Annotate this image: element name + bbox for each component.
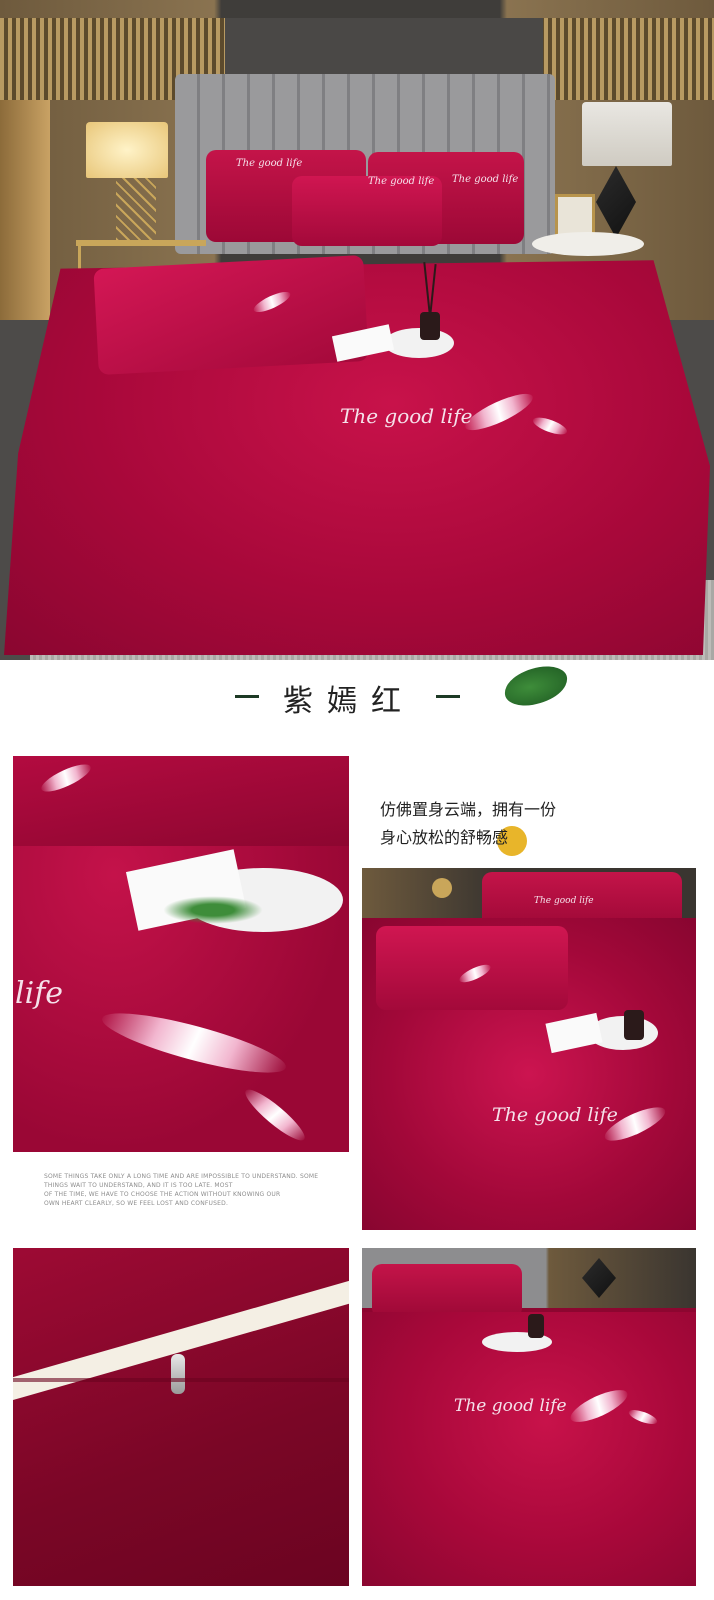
right-lamp-shade (582, 102, 672, 166)
back-pillows (372, 1264, 522, 1318)
detail-embroidery-text: The good life (492, 1104, 618, 1126)
pillow-embroidery-center: The good life (368, 176, 435, 187)
detail-photo-zipper (13, 1248, 349, 1586)
curtain (0, 100, 50, 340)
right-nightstand (532, 232, 644, 256)
pillow-embroidery: The good life (534, 896, 594, 906)
feather-embroidery-small (240, 1083, 310, 1147)
fabric-seam (13, 1378, 349, 1382)
title-dash-right (436, 695, 460, 698)
duvet-embroidery-text: The good life (340, 404, 473, 428)
diffuser-bottle (420, 312, 440, 340)
pillow-embroidery-left: The good life (236, 158, 303, 169)
diffuser-bottle (624, 1010, 644, 1040)
detail-photo-bed-front: The good life (362, 1248, 696, 1586)
hero-bedroom-photo: The good life The good life The good lif… (0, 0, 714, 660)
copy-en-line2: THINGS WAIT TO UNDERSTAND, AND IT IS TOO… (44, 1182, 233, 1189)
left-nightstand (76, 240, 206, 246)
detail-embroidery-text: life (15, 976, 64, 1011)
color-name-title: 紫嫣红 (283, 684, 415, 719)
title-dash-left (235, 695, 259, 698)
feather-embroidery-large (97, 1001, 291, 1085)
lamp (432, 878, 452, 898)
plant-sprig (163, 896, 263, 924)
leaf-icon (501, 662, 571, 710)
accent-pillow (93, 255, 369, 375)
pillow-embroidery-right: The good life (452, 174, 519, 185)
detail-photo-tray: life (13, 756, 349, 1152)
copy-en-line4: OWN HEART CLEARLY, SO WE FEEL LOST AND C… (44, 1200, 229, 1207)
left-lamp-shade (86, 122, 168, 178)
copy-en-line3: OF THE TIME, WE HAVE TO CHOOSE THE ACTIO… (44, 1191, 281, 1198)
copy-en-line1: SOME THINGS TAKE ONLY A LONG TIME AND AR… (44, 1173, 319, 1180)
left-lamp-base (116, 178, 156, 240)
zipper-pull-icon (171, 1354, 185, 1394)
duvet (362, 1312, 696, 1586)
copy-cn-line2: 身心放松的舒畅感 (380, 828, 509, 847)
tray (384, 328, 454, 358)
copy-cn-line1: 仿佛置身云端，拥有一份 (380, 800, 557, 819)
detail-photo-bed-angle: The good life The good life (362, 868, 696, 1230)
diffuser-bottle (528, 1314, 544, 1338)
detail-embroidery-text: The good life (454, 1396, 567, 1416)
